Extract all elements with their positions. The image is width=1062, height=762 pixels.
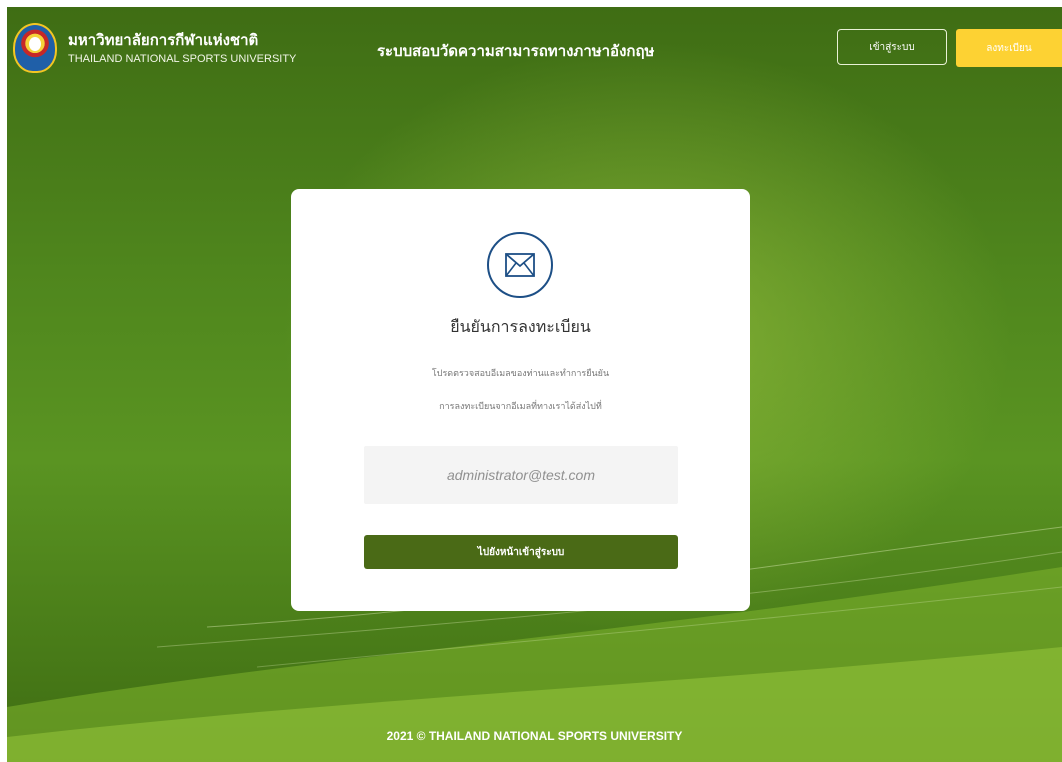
login-button[interactable]: เข้าสู่ระบบ [837,29,947,65]
register-button[interactable]: ลงทะเบียน [956,29,1062,67]
system-title: ระบบสอบวัดความสามารถทางภาษาอังกฤษ [377,42,655,60]
confirmation-instructions-line1: โปรดตรวจสอบอีเมลของท่านและทำการยืนยัน [431,369,610,379]
university-name-english: THAILAND NATIONAL SPORTS UNIVERSITY [68,53,297,65]
footer-copyright: 2021 © THAILAND NATIONAL SPORTS UNIVERSI… [386,729,683,743]
confirmation-instructions-line2: การลงทะเบียนจากอีเมลที่ทางเราได้ส่งไปที่ [439,402,602,412]
email-display: administrator@test.com [364,446,678,504]
card-title: ยืนยันการลงทะเบียน [450,317,591,336]
top-navigation-bar: มหาวิทยาลัยการกีฬาแห่งชาติ THAILAND NATI… [7,7,1062,87]
page-background: มหาวิทยาลัยการกีฬาแห่งชาติ THAILAND NATI… [7,7,1062,762]
university-logo[interactable] [13,23,57,73]
go-to-login-button[interactable]: ไปยังหน้าเข้าสู่ระบบ [364,535,678,569]
university-name-thai: มหาวิทยาลัยการกีฬาแห่งชาติ [68,31,259,49]
envelope-icon [487,232,553,298]
registration-confirmation-card: ยืนยันการลงทะเบียน โปรดตรวจสอบอีเมลของท่… [291,189,750,611]
